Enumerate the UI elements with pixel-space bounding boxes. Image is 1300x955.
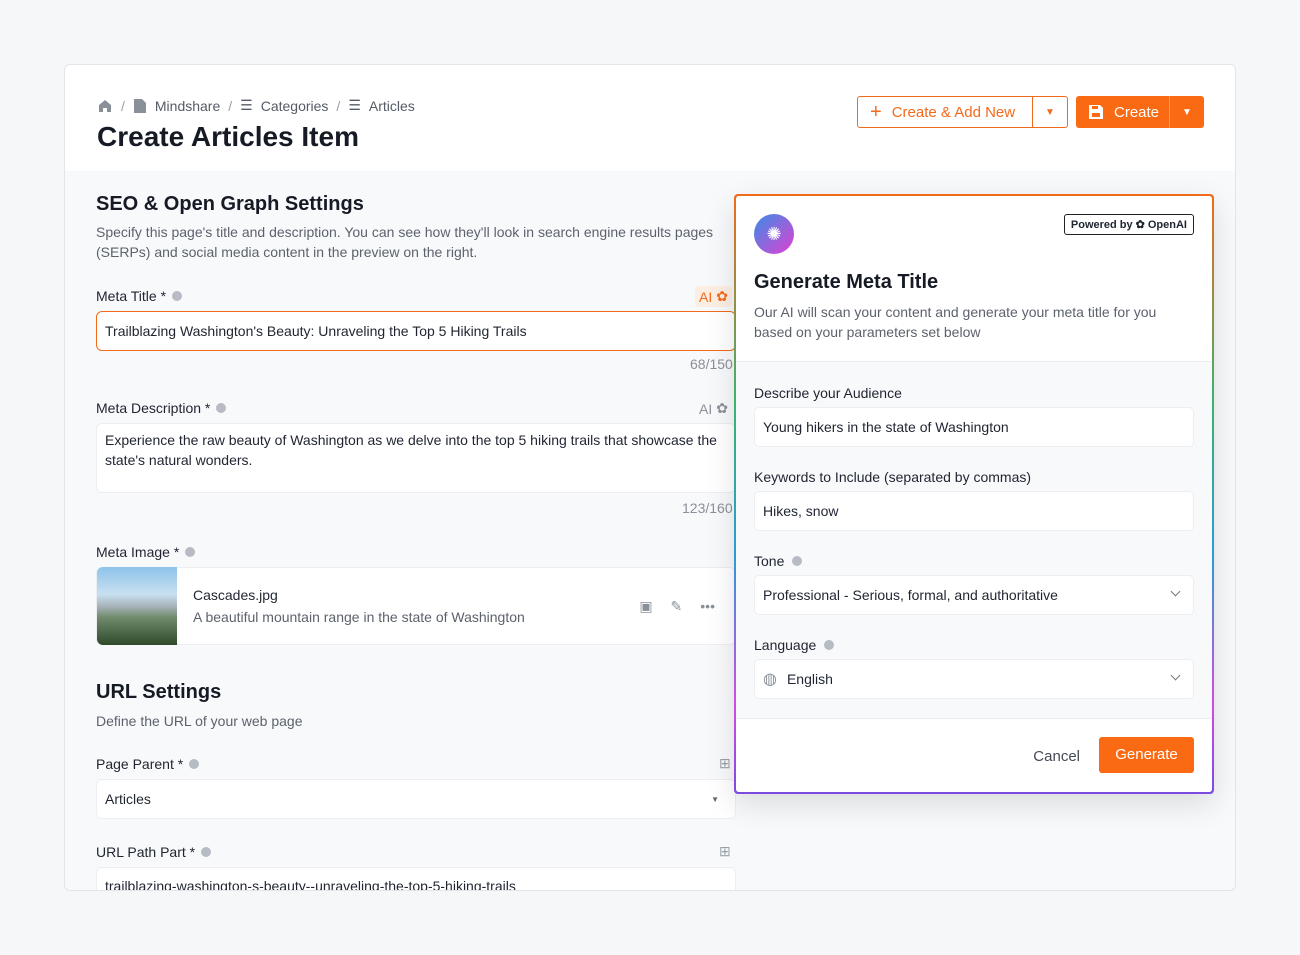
keywords-label: Keywords to Include (separated by commas…	[754, 469, 1032, 485]
add-icon[interactable]: ⊞	[719, 843, 731, 860]
info-icon[interactable]	[201, 847, 212, 857]
create-label: Create	[1114, 103, 1160, 121]
create-add-new-button-group: + Create & Add New ▼	[857, 96, 1068, 128]
chevron-down-icon	[1170, 586, 1181, 597]
document-icon	[133, 98, 146, 113]
meta-description-value: Experience the raw beauty of Washington …	[105, 432, 717, 468]
dialog-title: Generate Meta Title	[754, 271, 939, 293]
info-icon[interactable]	[792, 556, 803, 566]
list-icon: ☰	[240, 97, 253, 113]
language-label-text: Language	[754, 637, 817, 653]
url-path-label-text: URL Path Part *	[96, 844, 196, 860]
ai-button[interactable]: AI ✿	[695, 286, 732, 307]
ai-brain-icon: ✺	[754, 214, 794, 254]
audience-label: Describe your Audience	[754, 385, 902, 401]
keywords-value: Hikes, snow	[763, 503, 839, 519]
breadcrumb-articles[interactable]: Articles	[369, 98, 415, 114]
save-icon	[1089, 105, 1103, 119]
create-add-new-dropdown[interactable]: ▼	[1033, 107, 1067, 118]
language-select[interactable]: ◍ English	[754, 659, 1194, 699]
create-add-new-button[interactable]: + Create & Add New	[858, 97, 1033, 127]
plus-icon: +	[870, 100, 882, 123]
breadcrumb-mindshare[interactable]: Mindshare	[155, 98, 220, 114]
meta-image-label-text: Meta Image *	[96, 544, 180, 560]
breadcrumb-categories[interactable]: Categories	[261, 98, 329, 114]
home-icon[interactable]	[97, 98, 113, 114]
language-label: Language	[754, 637, 835, 653]
page-title: Create Articles Item	[97, 121, 359, 152]
generate-button[interactable]: Generate	[1099, 737, 1194, 773]
language-value: English	[786, 671, 833, 687]
url-path-input[interactable]: trailblazing-washington-s-beauty--unrave…	[96, 867, 736, 891]
info-icon[interactable]	[172, 291, 183, 301]
page-header: / Mindshare / ☰ Categories / ☰ Articles …	[65, 65, 1235, 171]
edit-pencil-icon[interactable]: ✎	[671, 598, 683, 615]
seo-section-title: SEO & Open Graph Settings	[96, 193, 364, 215]
meta-image-thumbnail[interactable]	[97, 567, 177, 645]
openai-icon: ✿	[716, 400, 728, 416]
create-dropdown[interactable]: ▼	[1170, 107, 1204, 118]
audience-value: Young hikers in the state of Washington	[763, 419, 1009, 435]
page-parent-label: Page Parent *	[96, 756, 200, 772]
page-parent-value: Articles	[105, 791, 151, 807]
replace-image-icon[interactable]: ▣	[639, 598, 652, 615]
ai-label: AI	[699, 288, 713, 305]
generate-meta-title-dialog: ✺ Powered by ✿ OpenAI Generate Meta Title …	[734, 194, 1214, 794]
meta-title-label: Meta Title *	[96, 288, 183, 304]
meta-description-input[interactable]: Experience the raw beauty of Washington …	[96, 423, 736, 493]
info-icon[interactable]	[824, 640, 835, 650]
dialog-description: Our AI will scan your content and genera…	[754, 304, 1157, 340]
powered-by-openai-badge: Powered by ✿ OpenAI	[1063, 214, 1194, 235]
create-button-group: Create ▼	[1076, 96, 1204, 128]
list-icon: ☰	[348, 97, 361, 113]
meta-image-label: Meta Image *	[96, 544, 196, 560]
create-button[interactable]: Create	[1076, 96, 1170, 128]
meta-description-label: Meta Description *	[96, 400, 227, 416]
meta-description-counter: 123/160	[682, 500, 733, 516]
meta-image-card: Cascades.jpg A beautiful mountain range …	[96, 567, 736, 645]
seo-section-description: Specify this page's title and descriptio…	[96, 224, 714, 260]
url-path-label: URL Path Part *	[96, 844, 212, 860]
openai-brand: OpenAI	[1147, 218, 1187, 231]
more-options-icon[interactable]: •••	[700, 598, 715, 614]
ai-button[interactable]: AI ✿	[695, 398, 732, 419]
info-icon[interactable]	[216, 403, 227, 413]
meta-title-counter: 68/150	[690, 356, 733, 372]
keywords-input[interactable]: Hikes, snow	[754, 491, 1194, 531]
page-parent-select[interactable]: Articles ▼	[96, 779, 736, 819]
info-icon[interactable]	[185, 547, 196, 557]
breadcrumb: / Mindshare / ☰ Categories / ☰ Articles	[97, 97, 415, 114]
caret-down-icon: ▼	[711, 794, 719, 804]
breadcrumb-separator: /	[336, 97, 341, 114]
tone-value: Professional - Serious, formal, and auth…	[763, 587, 1058, 603]
meta-image-caption: A beautiful mountain range in the state …	[193, 609, 525, 625]
url-section-description: Define the URL of your web page	[96, 713, 303, 729]
url-section-title: URL Settings	[96, 681, 222, 703]
meta-title-label-text: Meta Title *	[96, 288, 167, 304]
meta-image-filename: Cascades.jpg	[193, 587, 278, 603]
tone-label-text: Tone	[754, 553, 785, 569]
ai-label: AI	[699, 400, 713, 417]
info-icon[interactable]	[189, 759, 200, 769]
add-icon[interactable]: ⊞	[719, 755, 731, 772]
create-add-new-label: Create & Add New	[891, 103, 1016, 121]
chevron-down-icon	[1170, 670, 1181, 681]
meta-title-input[interactable]: Trailblazing Washington's Beauty: Unrave…	[96, 311, 736, 351]
breadcrumb-separator: /	[121, 97, 125, 114]
openai-icon: ✿	[716, 288, 728, 304]
url-path-value: trailblazing-washington-s-beauty--unrave…	[105, 878, 516, 891]
meta-description-label-text: Meta Description *	[96, 400, 211, 416]
audience-input[interactable]: Young hikers in the state of Washington	[754, 407, 1194, 447]
tone-select[interactable]: Professional - Serious, formal, and auth…	[754, 575, 1194, 615]
breadcrumb-separator: /	[228, 97, 233, 114]
powered-by-text: Powered by	[1070, 218, 1133, 231]
meta-title-value: Trailblazing Washington's Beauty: Unrave…	[105, 323, 527, 339]
cancel-button[interactable]: Cancel	[1033, 748, 1080, 765]
globe-icon: ◍	[763, 671, 777, 688]
page-parent-label-text: Page Parent *	[96, 756, 184, 772]
openai-logo-icon: ✿	[1135, 219, 1145, 231]
tone-label: Tone	[754, 553, 803, 569]
